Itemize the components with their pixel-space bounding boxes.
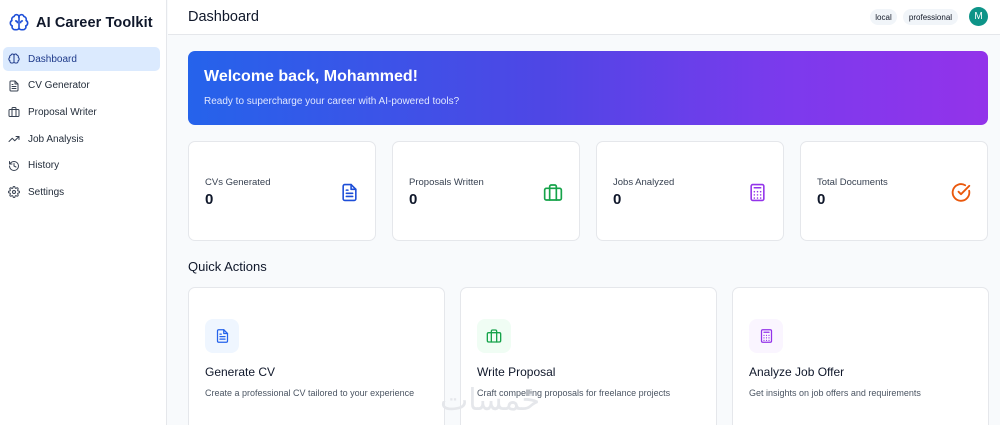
quick-action-analyze-job-offer[interactable]: Analyze Job Offer Get insights on job of… — [732, 287, 989, 425]
sidebar-item-label: Settings — [28, 186, 65, 198]
calculator-icon — [749, 319, 783, 353]
stat-label: Proposals Written — [409, 177, 484, 188]
quick-action-title: Write Proposal — [477, 365, 556, 379]
gear-icon — [7, 186, 20, 199]
sidebar-item-cv-generator[interactable]: CV Generator — [3, 74, 160, 98]
brain-icon — [7, 53, 20, 66]
stat-card-documents: Total Documents 0 — [800, 141, 988, 241]
stat-label: Total Documents — [817, 177, 888, 188]
quick-action-description: Get insights on job offers and requireme… — [749, 388, 921, 398]
sidebar-item-settings[interactable]: Settings — [3, 180, 160, 204]
stat-card-proposals: Proposals Written 0 — [392, 141, 580, 241]
stat-value: 0 — [409, 191, 418, 208]
sidebar-item-label: Job Analysis — [28, 133, 84, 145]
sidebar: AI Career Toolkit Dashboard CV Generator — [0, 0, 167, 425]
app-name: AI Career Toolkit — [36, 15, 153, 31]
document-icon — [7, 79, 20, 92]
avatar[interactable]: M — [969, 7, 988, 26]
document-icon — [205, 319, 239, 353]
sidebar-item-label: History — [28, 160, 60, 172]
stat-value: 0 — [205, 191, 214, 208]
sidebar-item-label: Proposal Writer — [28, 106, 97, 118]
banner-subtitle: Ready to supercharge your career with AI… — [204, 96, 460, 107]
quick-action-title: Analyze Job Offer — [749, 365, 845, 379]
sidebar-item-history[interactable]: History — [3, 154, 160, 178]
stat-label: Jobs Analyzed — [613, 177, 675, 188]
stat-value: 0 — [817, 191, 826, 208]
stat-value: 0 — [613, 191, 622, 208]
history-icon — [7, 159, 20, 172]
stat-card-jobs: Jobs Analyzed 0 — [596, 141, 784, 241]
sidebar-nav: Dashboard CV Generator Proposal Writer J… — [0, 46, 166, 204]
briefcase-icon — [7, 106, 20, 119]
quick-action-generate-cv[interactable]: Generate CV Create a professional CV tai… — [188, 287, 445, 425]
quick-action-description: Create a professional CV tailored to you… — [205, 388, 415, 398]
sidebar-item-dashboard[interactable]: Dashboard — [3, 47, 160, 71]
brain-icon — [8, 12, 30, 34]
calculator-icon — [747, 181, 767, 203]
top-bar: Dashboard local professional M — [168, 0, 1000, 35]
quick-action-title: Generate CV — [205, 365, 276, 379]
tone-badge: professional — [903, 9, 958, 25]
sidebar-item-proposal-writer[interactable]: Proposal Writer — [3, 100, 160, 124]
trending-up-icon — [7, 133, 20, 146]
document-icon — [339, 181, 359, 203]
sidebar-item-job-analysis[interactable]: Job Analysis — [3, 127, 160, 151]
banner-title: Welcome back, Mohammed! — [204, 68, 418, 85]
stat-label: CVs Generated — [205, 177, 271, 188]
watermark: خمسات — [440, 383, 541, 418]
check-circle-icon — [951, 181, 971, 203]
briefcase-icon — [543, 181, 563, 203]
briefcase-icon — [477, 319, 511, 353]
sidebar-item-label: Dashboard — [28, 53, 77, 65]
page-title: Dashboard — [188, 9, 259, 25]
brand[interactable]: AI Career Toolkit — [0, 0, 166, 46]
welcome-banner: Welcome back, Mohammed! Ready to superch… — [188, 51, 988, 125]
stat-card-cvs: CVs Generated 0 — [188, 141, 376, 241]
quick-actions-title: Quick Actions — [188, 259, 267, 274]
sidebar-item-label: CV Generator — [28, 80, 90, 92]
environment-badge: local — [870, 9, 897, 25]
